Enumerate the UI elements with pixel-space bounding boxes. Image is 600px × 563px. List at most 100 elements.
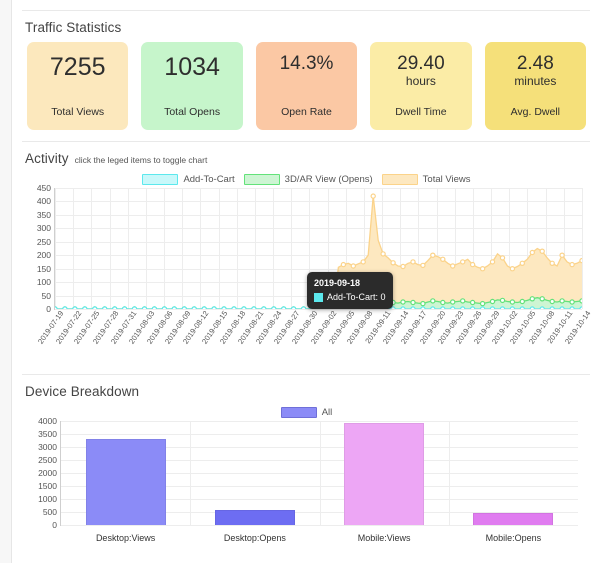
data-point[interactable] bbox=[509, 306, 516, 309]
data-point[interactable] bbox=[102, 306, 108, 309]
data-point[interactable] bbox=[400, 299, 406, 305]
data-point[interactable] bbox=[509, 299, 516, 305]
legend-item-3d-ar-view-opens[interactable]: 3D/AR View (Opens) bbox=[243, 174, 373, 185]
data-point[interactable] bbox=[191, 306, 197, 309]
data-point[interactable] bbox=[440, 256, 446, 263]
data-point[interactable] bbox=[121, 306, 128, 309]
data-point[interactable] bbox=[579, 298, 582, 304]
data-point[interactable] bbox=[559, 252, 565, 258]
device-chart[interactable]: 0 500 1000 1500 2000 2500 3000 3500 4000 Desktop:… bbox=[38, 416, 578, 543]
data-point[interactable] bbox=[559, 306, 565, 309]
data-point[interactable] bbox=[549, 298, 555, 305]
data-point[interactable] bbox=[569, 299, 575, 305]
data-point[interactable] bbox=[569, 261, 575, 268]
data-point[interactable] bbox=[251, 306, 257, 309]
bar[interactable] bbox=[473, 512, 554, 525]
data-point[interactable] bbox=[131, 306, 138, 309]
data-point[interactable] bbox=[360, 259, 366, 265]
data-point[interactable] bbox=[261, 306, 267, 309]
data-point[interactable] bbox=[489, 259, 496, 265]
data-point[interactable] bbox=[499, 255, 506, 261]
data-point[interactable] bbox=[579, 257, 582, 264]
data-point[interactable] bbox=[400, 306, 406, 309]
data-point[interactable] bbox=[539, 296, 545, 302]
activity-legend[interactable]: Add-To-Cart 3D/AR View (Opens) Total Views bbox=[13, 170, 600, 188]
data-point[interactable] bbox=[450, 263, 456, 269]
data-point[interactable] bbox=[460, 306, 466, 309]
data-point[interactable] bbox=[559, 298, 565, 304]
data-point[interactable] bbox=[469, 299, 476, 306]
data-point[interactable] bbox=[489, 306, 496, 309]
data-point[interactable] bbox=[55, 306, 58, 309]
data-point[interactable] bbox=[460, 298, 466, 304]
legend-item-add-to-cart[interactable]: Add-To-Cart bbox=[142, 174, 235, 185]
legend-item-total-views[interactable]: Total Views bbox=[381, 174, 471, 185]
data-point[interactable] bbox=[62, 306, 68, 309]
data-point[interactable] bbox=[579, 306, 582, 309]
data-point[interactable] bbox=[529, 306, 535, 309]
data-point[interactable] bbox=[271, 306, 277, 309]
data-point[interactable] bbox=[400, 263, 406, 270]
data-point[interactable] bbox=[519, 260, 525, 267]
activity-chart[interactable]: 0 50 100 150 200 250 300 350 400 450 2019-07-19 201… bbox=[36, 183, 592, 346]
data-point[interactable] bbox=[489, 298, 496, 305]
data-point[interactable] bbox=[151, 306, 158, 309]
data-point[interactable] bbox=[92, 306, 98, 309]
data-point[interactable] bbox=[410, 299, 416, 306]
data-point[interactable] bbox=[499, 306, 506, 309]
data-point[interactable] bbox=[211, 306, 217, 309]
data-point[interactable] bbox=[141, 306, 148, 309]
bar[interactable] bbox=[85, 438, 166, 525]
data-point[interactable] bbox=[420, 262, 426, 269]
data-point[interactable] bbox=[479, 265, 486, 272]
data-point[interactable] bbox=[469, 261, 476, 268]
data-point[interactable] bbox=[450, 299, 456, 305]
data-point[interactable] bbox=[430, 252, 436, 258]
data-point[interactable] bbox=[420, 300, 426, 307]
data-point[interactable] bbox=[370, 193, 376, 199]
data-point[interactable] bbox=[82, 306, 88, 309]
data-point[interactable] bbox=[300, 306, 307, 309]
bar[interactable] bbox=[214, 510, 295, 525]
bar[interactable] bbox=[344, 422, 425, 525]
device-legend[interactable]: All bbox=[13, 403, 600, 421]
data-point[interactable] bbox=[539, 306, 545, 309]
data-point[interactable] bbox=[450, 306, 456, 309]
data-point[interactable] bbox=[469, 306, 476, 309]
data-point[interactable] bbox=[529, 249, 535, 256]
data-point[interactable] bbox=[340, 261, 347, 268]
data-point[interactable] bbox=[569, 306, 575, 309]
data-point[interactable] bbox=[479, 306, 486, 309]
data-point[interactable] bbox=[181, 306, 187, 309]
data-point[interactable] bbox=[479, 300, 486, 307]
data-point[interactable] bbox=[440, 306, 446, 309]
data-point[interactable] bbox=[519, 306, 525, 309]
data-point[interactable] bbox=[161, 306, 168, 309]
data-point[interactable] bbox=[221, 306, 227, 309]
data-point[interactable] bbox=[410, 306, 416, 309]
data-point[interactable] bbox=[549, 260, 555, 267]
data-point[interactable] bbox=[499, 297, 506, 304]
data-point[interactable] bbox=[241, 306, 247, 309]
data-point[interactable] bbox=[440, 299, 446, 306]
data-point[interactable] bbox=[112, 306, 118, 309]
data-point[interactable] bbox=[539, 248, 545, 254]
data-point[interactable] bbox=[420, 306, 426, 309]
data-point[interactable] bbox=[460, 259, 466, 265]
data-point[interactable] bbox=[549, 306, 555, 309]
data-point[interactable] bbox=[290, 306, 297, 309]
data-point[interactable] bbox=[171, 306, 177, 309]
legend-item-all[interactable]: All bbox=[280, 407, 332, 418]
data-point[interactable] bbox=[72, 306, 78, 309]
data-point[interactable] bbox=[519, 298, 525, 305]
data-point[interactable] bbox=[380, 251, 386, 257]
data-point[interactable] bbox=[201, 306, 207, 309]
data-point[interactable] bbox=[410, 259, 416, 265]
data-point[interactable] bbox=[529, 296, 535, 302]
data-point[interactable] bbox=[231, 306, 237, 309]
data-point[interactable] bbox=[281, 306, 287, 309]
data-point[interactable] bbox=[509, 265, 516, 272]
data-point[interactable] bbox=[430, 306, 436, 309]
data-point[interactable] bbox=[430, 298, 436, 304]
data-point[interactable] bbox=[390, 260, 396, 266]
